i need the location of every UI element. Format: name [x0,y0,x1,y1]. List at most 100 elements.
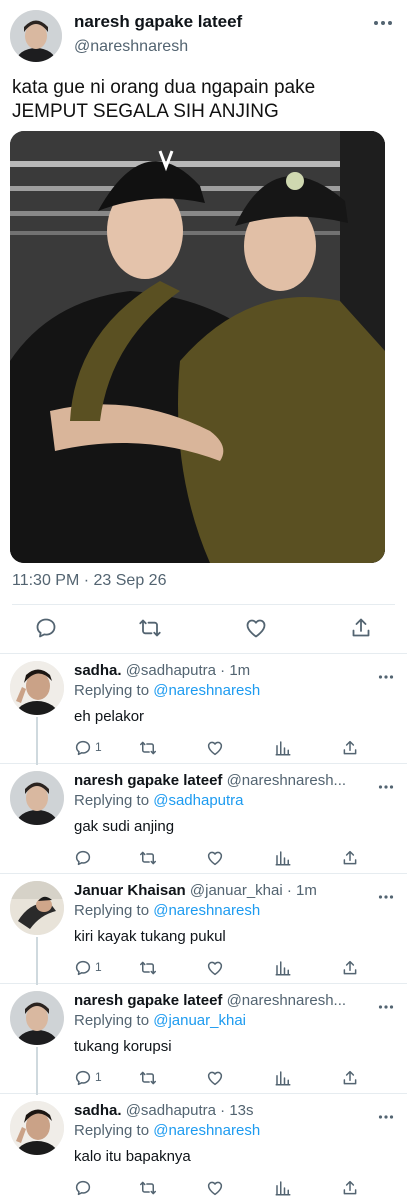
user-avatar-image [10,10,62,62]
reply-icon[interactable] [34,616,58,640]
reply-count: 1 [95,740,102,754]
reply-header: sadha. @sadhaputra · 1m [74,662,370,679]
reply-count: 1 [95,1070,102,1084]
replying-to: Replying to @nareshnaresh [74,1122,260,1139]
more-options-icon[interactable] [378,888,394,899]
replying-to-label: Replying to [74,682,150,699]
thread-line [36,937,38,985]
replying-to-label: Replying to [74,1122,150,1139]
reply-tweet[interactable]: naresh gapake lateef @nareshnaresh... Re… [0,764,407,874]
more-options-icon[interactable] [378,668,394,679]
replying-to-mention[interactable]: @sadhaputra [153,792,243,809]
reply-author-name[interactable]: naresh gapake lateef [74,772,222,789]
avatar[interactable] [10,991,64,1045]
divider [12,604,395,605]
avatar[interactable] [10,1101,64,1155]
thread-line [36,1047,38,1095]
tweet-text-line: JEMPUT SEGALA SIH ANJING [12,101,279,122]
photo-image [10,131,385,563]
analytics-icon[interactable] [274,1069,292,1087]
reply-icon[interactable] [74,739,92,757]
reply-text: gak sudi anjing [74,818,175,835]
more-options-icon[interactable] [373,16,393,28]
user-avatar-image [10,881,64,935]
retweet-icon[interactable] [139,849,157,867]
replying-to-mention[interactable]: @nareshnaresh [153,1122,260,1139]
reply-author-meta[interactable]: @sadhaputra · 1m [126,662,250,679]
tweet-text-line: kata gue ni orang dua ngapain pake [12,77,316,98]
author-name[interactable]: naresh gapake lateef [74,12,242,32]
avatar[interactable] [10,771,64,825]
like-icon[interactable] [244,616,268,640]
replying-to-mention[interactable]: @nareshnaresh [153,682,260,699]
reply-tweet[interactable]: naresh gapake lateef @nareshnaresh... Re… [0,984,407,1095]
tweet-timestamp[interactable]: 11:30 PM · 23 Sep 26 [12,572,166,590]
retweet-icon[interactable] [139,739,157,757]
tweet-text: kata gue ni orang dua ngapain pake JEMPU… [12,76,402,124]
retweet-icon[interactable] [138,616,162,640]
like-icon[interactable] [206,739,224,757]
reply-text: kalo itu bapaknya [74,1148,191,1165]
like-icon[interactable] [206,849,224,867]
replying-to-mention[interactable]: @nareshnaresh [153,902,260,919]
reply-text: kiri kayak tukang pukul [74,928,226,945]
reply-icon[interactable] [74,1069,92,1087]
more-options-icon[interactable] [378,998,394,1009]
reply-author-name[interactable]: Januar Khaisan [74,882,186,899]
replying-to: Replying to @nareshnaresh [74,682,260,699]
replying-to-label: Replying to [74,792,150,809]
main-tweet: naresh gapake lateef @nareshnaresh kata … [0,0,407,654]
reply-header: naresh gapake lateef @nareshnaresh... [74,992,370,1009]
analytics-icon[interactable] [274,849,292,867]
replying-to: Replying to @sadhaputra [74,792,244,809]
share-icon[interactable] [341,739,359,757]
like-icon[interactable] [206,1069,224,1087]
like-icon[interactable] [206,959,224,977]
tweet-actions [0,612,407,644]
reply-author-meta[interactable]: @nareshnaresh... [227,992,346,1009]
reply-author-meta[interactable]: @januar_khai · 1m [190,882,317,899]
reply-author-meta[interactable]: @sadhaputra · 13s [126,1102,254,1119]
analytics-icon[interactable] [274,959,292,977]
retweet-icon[interactable] [139,1179,157,1197]
more-options-icon[interactable] [378,778,394,789]
reply-author-name[interactable]: sadha. [74,662,122,679]
retweet-icon[interactable] [139,959,157,977]
reply-icon[interactable] [74,1179,92,1197]
reply-text: eh pelakor [74,708,145,725]
more-options-icon[interactable] [378,1108,394,1119]
share-icon[interactable] [341,1179,359,1197]
replying-to-label: Replying to [74,1012,150,1029]
reply-text: tukang korupsi [74,1038,172,1055]
share-icon[interactable] [341,1069,359,1087]
replying-to-label: Replying to [74,902,150,919]
reply-author-meta[interactable]: @nareshnaresh... [227,772,346,789]
avatar[interactable] [10,661,64,715]
like-icon[interactable] [206,1179,224,1197]
analytics-icon[interactable] [274,739,292,757]
reply-author-name[interactable]: sadha. [74,1102,122,1119]
reply-tweet[interactable]: sadha. @sadhaputra · 1m Replying to @nar… [0,654,407,765]
reply-author-name[interactable]: naresh gapake lateef [74,992,222,1009]
avatar[interactable] [10,10,62,62]
user-avatar-image [10,771,64,825]
share-icon[interactable] [349,616,373,640]
retweet-icon[interactable] [139,1069,157,1087]
tweet-photo[interactable] [10,131,385,563]
reply-header: Januar Khaisan @januar_khai · 1m [74,882,370,899]
replying-to-mention[interactable]: @januar_khai [153,1012,246,1029]
reply-tweet[interactable]: Januar Khaisan @januar_khai · 1m Replyin… [0,874,407,985]
reply-icon[interactable] [74,849,92,867]
share-icon[interactable] [341,959,359,977]
share-icon[interactable] [341,849,359,867]
reply-tweet[interactable]: sadha. @sadhaputra · 13s Replying to @na… [0,1094,407,1200]
thread-line [36,717,38,765]
replying-to: Replying to @januar_khai [74,1012,246,1029]
analytics-icon[interactable] [274,1179,292,1197]
reply-count: 1 [95,960,102,974]
reply-icon[interactable] [74,959,92,977]
avatar[interactable] [10,881,64,935]
reply-header: naresh gapake lateef @nareshnaresh... [74,772,370,789]
reply-header: sadha. @sadhaputra · 13s [74,1102,370,1119]
author-handle[interactable]: @nareshnaresh [74,38,188,56]
